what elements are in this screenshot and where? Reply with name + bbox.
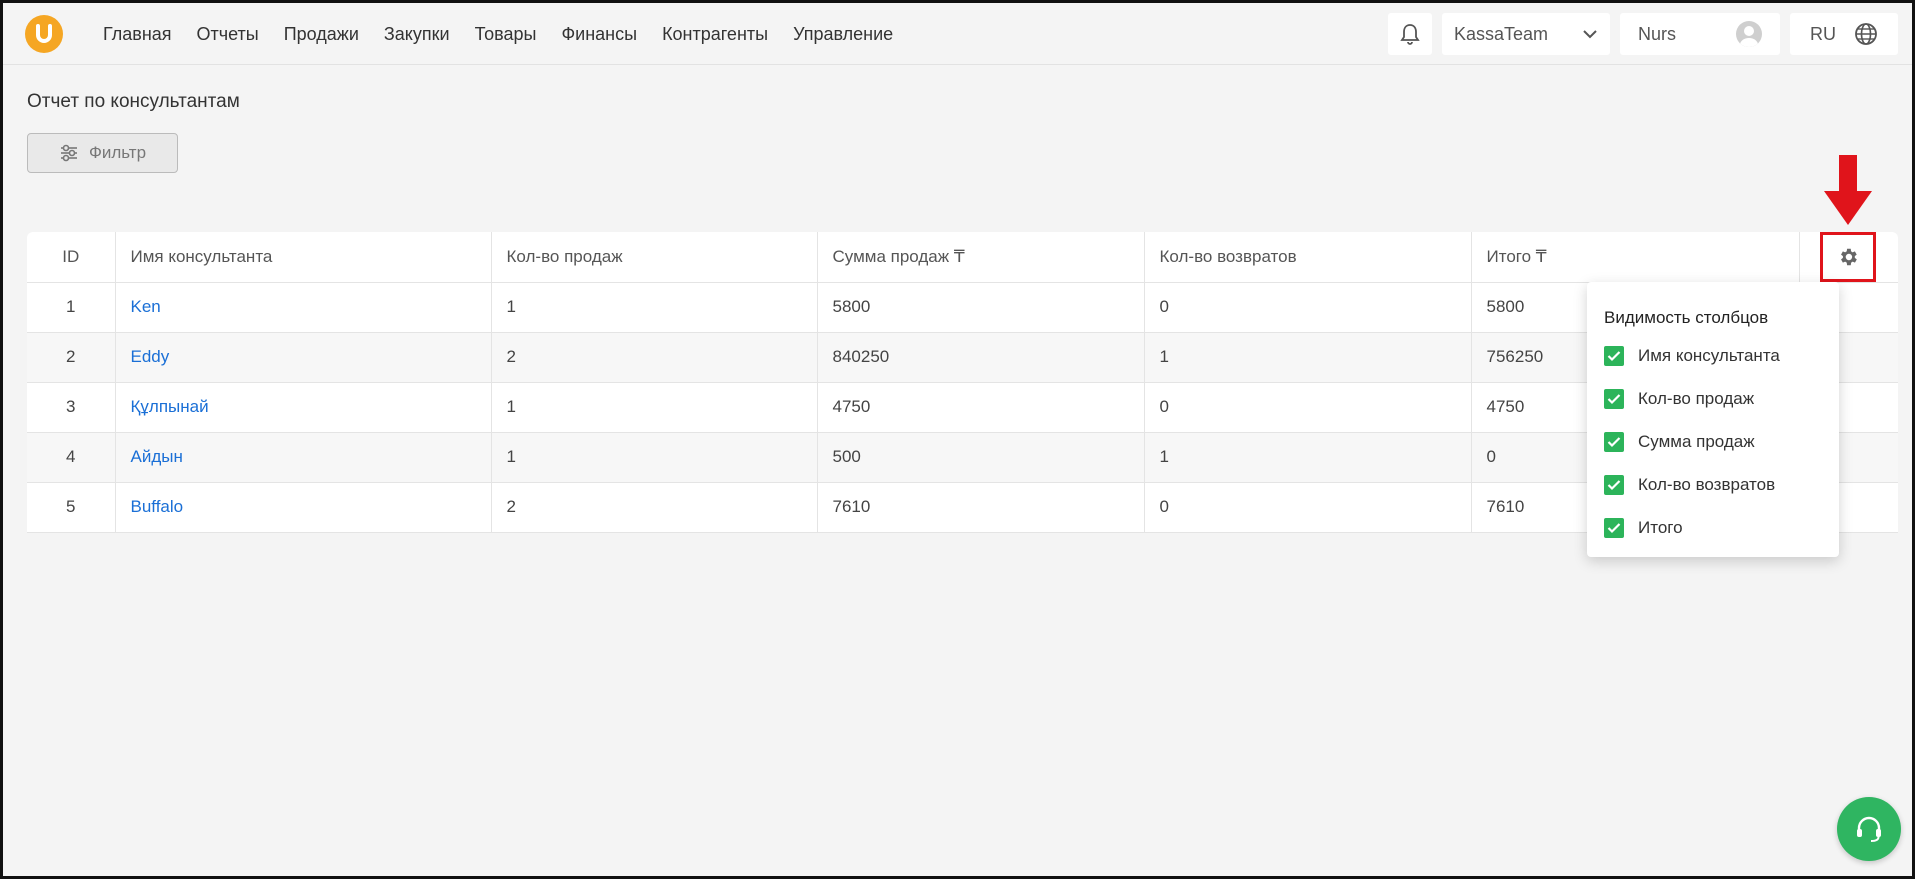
cell-sales-count: 2 bbox=[491, 482, 818, 533]
checkbox-checked-icon[interactable] bbox=[1604, 517, 1624, 538]
cell-sales-count: 1 bbox=[491, 432, 818, 483]
column-header-sales-count[interactable]: Кол-во продаж bbox=[491, 232, 818, 283]
cell-sales-sum: 7610 bbox=[817, 482, 1145, 533]
cell-name: Buffalo bbox=[115, 482, 492, 533]
nav-item-finance[interactable]: Финансы bbox=[561, 24, 637, 45]
top-right-controls: KassaTeam Nurs RU bbox=[1388, 13, 1898, 55]
column-visibility-popup: Видимость столбцов Имя консультанта Кол-… bbox=[1587, 282, 1839, 557]
column-toggle-sales-sum[interactable]: Сумма продаж bbox=[1604, 420, 1822, 463]
column-toggle-returns[interactable]: Кол-во возвратов bbox=[1604, 463, 1822, 506]
consultant-link[interactable]: Айдын bbox=[131, 447, 183, 466]
consultant-link[interactable]: Ken bbox=[131, 297, 161, 316]
nav-item-purchases[interactable]: Закупки bbox=[384, 24, 450, 45]
cell-sales-sum: 840250 bbox=[817, 332, 1145, 383]
cell-returns: 1 bbox=[1144, 332, 1472, 383]
cell-returns: 0 bbox=[1144, 482, 1472, 533]
checkbox-checked-icon[interactable] bbox=[1604, 431, 1624, 452]
user-name: Nurs bbox=[1638, 23, 1677, 44]
popup-title: Видимость столбцов bbox=[1604, 308, 1769, 327]
language-selector[interactable]: RU bbox=[1790, 13, 1898, 55]
cell-sales-sum: 500 bbox=[817, 432, 1145, 483]
consultant-link[interactable]: Eddy bbox=[131, 347, 170, 366]
cell-returns: 0 bbox=[1144, 282, 1472, 333]
nav-item-management[interactable]: Управление bbox=[793, 24, 893, 45]
page-title: Отчет по консультантам bbox=[27, 91, 240, 112]
cell-name: Құлпынай bbox=[115, 382, 492, 433]
cell-sales-count: 2 bbox=[491, 332, 818, 383]
cell-id: 5 bbox=[27, 482, 116, 533]
logo-icon[interactable] bbox=[25, 15, 63, 53]
filter-button[interactable]: Фильтр bbox=[27, 133, 178, 173]
consultant-link[interactable]: Құлпынай bbox=[131, 397, 209, 416]
column-toggle-label: Кол-во возвратов bbox=[1638, 474, 1776, 494]
support-chat-button[interactable] bbox=[1837, 797, 1901, 861]
filter-button-label: Фильтр bbox=[88, 143, 147, 162]
cell-returns: 1 bbox=[1144, 432, 1472, 483]
column-toggle-label: Имя консультанта bbox=[1638, 345, 1780, 365]
nav-item-products[interactable]: Товары bbox=[475, 24, 537, 45]
cell-sales-count: 1 bbox=[491, 282, 818, 333]
cell-sales-sum: 4750 bbox=[817, 382, 1145, 433]
globe-icon bbox=[1855, 23, 1877, 45]
consultant-link[interactable]: Buffalo bbox=[131, 497, 184, 516]
nav-item-contractors[interactable]: Контрагенты bbox=[662, 24, 768, 45]
sliders-icon bbox=[60, 144, 77, 162]
gear-icon bbox=[1841, 248, 1857, 266]
column-header-name[interactable]: Имя консультанта bbox=[115, 232, 492, 283]
cell-id: 4 bbox=[27, 432, 116, 483]
column-header-total[interactable]: Итого ₸ bbox=[1471, 232, 1800, 283]
column-settings-button[interactable] bbox=[1820, 232, 1876, 282]
cell-sales-count: 1 bbox=[491, 382, 818, 433]
column-header-id[interactable]: ID bbox=[27, 232, 116, 283]
checkbox-checked-icon[interactable] bbox=[1604, 345, 1624, 366]
user-menu[interactable]: Nurs bbox=[1620, 13, 1780, 55]
avatar-icon bbox=[1736, 21, 1762, 47]
column-toggle-label: Кол-во продаж bbox=[1638, 388, 1755, 408]
nav-item-home[interactable]: Главная bbox=[103, 24, 172, 45]
checkbox-checked-icon[interactable] bbox=[1604, 388, 1624, 409]
team-name: KassaTeam bbox=[1454, 23, 1549, 44]
cell-name: Ken bbox=[115, 282, 492, 333]
notifications-button[interactable] bbox=[1388, 13, 1432, 55]
headset-icon bbox=[1857, 816, 1881, 842]
column-toggle-name[interactable]: Имя консультанта bbox=[1604, 334, 1822, 377]
column-header-sales-sum[interactable]: Сумма продаж ₸ bbox=[817, 232, 1145, 283]
cell-id: 2 bbox=[27, 332, 116, 383]
column-toggle-sales-count[interactable]: Кол-во продаж bbox=[1604, 377, 1822, 420]
column-toggle-label: Сумма продаж bbox=[1638, 431, 1755, 451]
cell-returns: 0 bbox=[1144, 382, 1472, 433]
nav-item-reports[interactable]: Отчеты bbox=[197, 24, 259, 45]
column-toggle-label: Итого bbox=[1638, 517, 1683, 537]
main-nav: Главная Отчеты Продажи Закупки Товары Фи… bbox=[103, 3, 918, 65]
column-header-returns[interactable]: Кол-во возвратов bbox=[1144, 232, 1472, 283]
chevron-down-icon bbox=[1583, 30, 1597, 39]
language-code: RU bbox=[1810, 23, 1836, 44]
cell-id: 1 bbox=[27, 282, 116, 333]
top-navbar: Главная Отчеты Продажи Закупки Товары Фи… bbox=[3, 3, 1912, 65]
cell-sales-sum: 5800 bbox=[817, 282, 1145, 333]
cell-id: 3 bbox=[27, 382, 116, 433]
cell-name: Айдын bbox=[115, 432, 492, 483]
column-toggle-total[interactable]: Итого bbox=[1604, 506, 1822, 549]
annotation-arrow-icon bbox=[1824, 155, 1872, 225]
checkbox-checked-icon[interactable] bbox=[1604, 474, 1624, 495]
table-header-row: ID Имя консультанта Кол-во продаж Сумма … bbox=[27, 232, 1898, 283]
team-selector[interactable]: KassaTeam bbox=[1442, 13, 1610, 55]
nav-item-sales[interactable]: Продажи bbox=[284, 24, 359, 45]
bell-icon bbox=[1400, 24, 1420, 45]
cell-name: Eddy bbox=[115, 332, 492, 383]
